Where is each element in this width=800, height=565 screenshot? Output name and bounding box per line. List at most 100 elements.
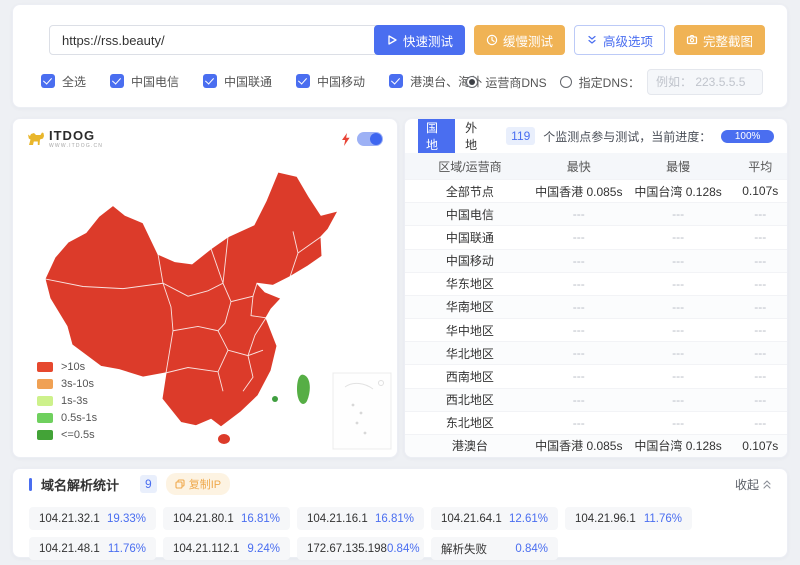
table-row[interactable]: 港澳台 中国香港 0.085s 中国台湾 0.128s 0.107s: [405, 434, 787, 457]
ip-entry[interactable]: 104.21.64.1 12.61%: [431, 507, 558, 530]
legend-item: 0.5s-1s: [37, 412, 97, 424]
slow-test-button[interactable]: 缓慢测试: [474, 25, 565, 55]
south-china-sea-inset: [333, 373, 391, 449]
result-header: 中国地区 海外地区 119 个监测点参与测试，当前进度： 100%: [405, 119, 787, 153]
table-row[interactable]: 西北地区 --- --- ---: [405, 388, 787, 411]
result-panel: 中国地区 海外地区 119 个监测点参与测试，当前进度： 100% 区域/运营商…: [404, 118, 788, 458]
table-row[interactable]: 东北地区 --- --- ---: [405, 411, 787, 434]
ip-address: 解析失败: [441, 541, 487, 557]
cell-region: 华北地区: [405, 345, 535, 362]
checkbox-checked-icon: [296, 74, 310, 88]
cell-region: 东北地区: [405, 414, 535, 431]
logo-title: ITDOG: [49, 129, 103, 142]
play-icon: [386, 34, 398, 46]
cell-average: ---: [734, 277, 787, 291]
ip-address: 104.21.64.1: [441, 513, 502, 525]
carrier-checkbox[interactable]: 中国电信: [110, 73, 179, 90]
ip-entry[interactable]: 104.21.80.1 16.81%: [163, 507, 290, 530]
ip-entry[interactable]: 104.21.16.1 16.81%: [297, 507, 424, 530]
ip-address: 104.21.80.1: [173, 513, 234, 525]
cell-region: 全部节点: [405, 183, 535, 200]
taiwan-shape: [297, 375, 310, 404]
table-row[interactable]: 西南地区 --- --- ---: [405, 364, 787, 387]
col-header-average: 平均: [734, 158, 787, 175]
ip-address: 104.21.16.1: [307, 513, 368, 525]
ip-entry[interactable]: 104.21.96.1 11.76%: [565, 507, 692, 530]
cell-average: ---: [734, 323, 787, 337]
cell-fastest: ---: [535, 393, 623, 407]
quick-test-button[interactable]: 快速测试: [374, 25, 465, 55]
table-row[interactable]: 华南地区 --- --- ---: [405, 295, 787, 318]
table-row[interactable]: 中国电信 --- --- ---: [405, 202, 787, 225]
ip-entry[interactable]: 104.21.48.1 11.76%: [29, 537, 156, 560]
cell-fastest: ---: [535, 416, 623, 430]
legend-swatch: [37, 379, 53, 389]
cell-slowest: 中国台湾 0.128s: [623, 183, 734, 200]
test-buttons: 快速测试 缓慢测试 高级选项 完整截图: [374, 25, 765, 55]
ip-list: 104.21.32.1 19.33% 104.21.80.1 16.81% 10…: [29, 507, 692, 560]
dns-stats-panel: 域名解析统计 9 复制IP 收起 104.21.32.1 19.33% 104.…: [12, 468, 788, 558]
cell-fastest: ---: [535, 369, 623, 383]
cell-region: 中国移动: [405, 252, 535, 269]
cell-average: ---: [734, 393, 787, 407]
ip-percentage: 9.24%: [247, 543, 280, 555]
table-row[interactable]: 中国移动 --- --- ---: [405, 249, 787, 272]
map-toggle-switch[interactable]: [357, 132, 383, 146]
cell-slowest: ---: [623, 300, 734, 314]
ip-entry[interactable]: 104.21.32.1 19.33%: [29, 507, 156, 530]
cell-fastest: 中国香港 0.085s: [535, 183, 623, 200]
checkbox-label: 中国联通: [224, 73, 272, 90]
map-controls: [341, 132, 383, 146]
ip-percentage: 19.33%: [107, 513, 146, 525]
chevron-double-up-icon: [763, 480, 771, 489]
url-input[interactable]: [60, 32, 414, 49]
carrier-dns-radio[interactable]: [466, 76, 478, 88]
col-header-slowest: 最慢: [623, 158, 734, 175]
table-row[interactable]: 华中地区 --- --- ---: [405, 318, 787, 341]
node-count-badge: 119: [506, 127, 535, 145]
title-accent-bar: [29, 478, 32, 491]
ip-percentage: 11.76%: [108, 543, 146, 555]
hongkong-dot: [272, 396, 278, 402]
cell-region: 中国联通: [405, 229, 535, 246]
toolbar-card: 快速测试 缓慢测试 高级选项 完整截图 全选 中国电信: [12, 4, 788, 108]
cell-average: ---: [734, 300, 787, 314]
cell-fastest: ---: [535, 207, 623, 221]
carrier-checkbox[interactable]: 全选: [41, 73, 86, 90]
full-screenshot-button[interactable]: 完整截图: [674, 25, 765, 55]
cell-fastest: ---: [535, 230, 623, 244]
copy-ip-button[interactable]: 复制IP: [166, 473, 230, 495]
advanced-options-button[interactable]: 高级选项: [574, 25, 665, 55]
table-row[interactable]: 华北地区 --- --- ---: [405, 341, 787, 364]
custom-dns-input[interactable]: [647, 69, 763, 95]
table-row[interactable]: 中国联通 --- --- ---: [405, 225, 787, 248]
carrier-checkbox[interactable]: 中国联通: [203, 73, 272, 90]
carrier-checkbox[interactable]: 中国移动: [296, 73, 365, 90]
ip-percentage: 16.81%: [241, 513, 280, 525]
table-body: 全部节点 中国香港 0.085s 中国台湾 0.128s 0.107s 中国电信…: [405, 179, 787, 457]
ip-entry[interactable]: 解析失败 0.84%: [431, 537, 558, 560]
legend-item: 1s-3s: [37, 395, 97, 407]
legend-label: 1s-3s: [61, 395, 88, 407]
collapse-button[interactable]: 收起: [735, 476, 771, 493]
ip-address: 104.21.112.1: [173, 543, 239, 555]
table-row[interactable]: 华东地区 --- --- ---: [405, 272, 787, 295]
ip-address: 172.67.135.198: [307, 543, 387, 555]
progress-bar: 100%: [721, 130, 774, 143]
cell-fastest: 中国香港 0.085s: [535, 437, 623, 454]
checkbox-checked-icon: [41, 74, 55, 88]
ip-entry[interactable]: 172.67.135.198 0.84%: [297, 537, 424, 560]
copy-icon: [175, 479, 185, 489]
cell-average: ---: [734, 346, 787, 360]
ip-percentage: 12.61%: [509, 513, 548, 525]
table-row[interactable]: 全部节点 中国香港 0.085s 中国台湾 0.128s 0.107s: [405, 179, 787, 202]
ip-percentage: 16.81%: [375, 513, 414, 525]
cell-average: 0.107s: [734, 439, 787, 453]
ip-entry[interactable]: 104.21.112.1 9.24%: [163, 537, 290, 560]
ip-count-badge: 9: [140, 475, 157, 493]
cell-average: ---: [734, 207, 787, 221]
custom-dns-radio[interactable]: [560, 76, 572, 88]
cell-slowest: 中国台湾 0.128s: [623, 437, 734, 454]
cell-region: 西南地区: [405, 368, 535, 385]
cell-region: 华南地区: [405, 298, 535, 315]
